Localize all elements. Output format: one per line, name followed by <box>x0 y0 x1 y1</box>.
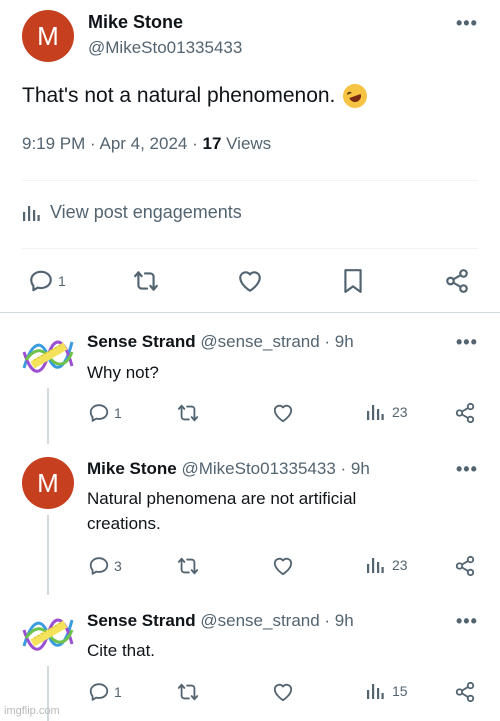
bookmark-button[interactable] <box>342 268 364 294</box>
views-button[interactable]: 23 <box>366 556 408 574</box>
repost-button[interactable] <box>176 555 200 577</box>
share-icon <box>454 402 476 424</box>
like-button[interactable] <box>272 403 294 423</box>
more-options-icon[interactable]: ••• <box>456 333 478 351</box>
sense-strand-logo-icon <box>22 340 74 373</box>
analytics-icon <box>22 204 40 222</box>
author-handle[interactable]: @MikeSto01335433 <box>88 38 242 58</box>
author-name[interactable]: Sense Strand <box>87 332 196 351</box>
repost-icon <box>176 402 200 424</box>
share-icon <box>454 555 476 577</box>
repost-icon <box>176 681 200 703</box>
handle-time[interactable]: @MikeSto01335433 · 9h <box>177 459 369 478</box>
reply-icon <box>88 555 110 577</box>
views-label: Views <box>221 134 272 153</box>
share-button[interactable] <box>454 681 476 703</box>
avatar[interactable] <box>22 330 74 382</box>
like-button[interactable] <box>272 556 294 576</box>
share-button[interactable] <box>454 402 476 424</box>
divider <box>0 312 500 313</box>
avatar[interactable]: M <box>22 457 74 509</box>
reply-button[interactable]: 1 <box>28 268 66 294</box>
post-text: That's not a natural phenomenon. <box>22 80 371 112</box>
like-button[interactable] <box>272 682 294 702</box>
reply-button[interactable]: 1 <box>88 402 122 424</box>
reply-icon <box>88 402 110 424</box>
sense-strand-logo-icon <box>22 618 74 651</box>
reply-text: Cite that. <box>87 641 156 660</box>
heart-icon <box>272 682 294 702</box>
share-icon <box>454 681 476 703</box>
thread-line <box>47 515 49 595</box>
repost-button[interactable] <box>176 681 200 703</box>
like-button[interactable] <box>237 269 263 293</box>
analytics-icon <box>366 403 384 421</box>
analytics-icon <box>366 682 384 700</box>
handle-time[interactable]: @sense_strand · 9h <box>196 611 353 630</box>
timestamp[interactable]: 9:19 PM · Apr 4, 2024 · <box>22 134 202 153</box>
share-icon <box>444 268 470 294</box>
repost-icon <box>176 555 200 577</box>
reply-header: Sense Strand @sense_strand · 9h <box>87 332 354 352</box>
more-options-icon[interactable]: ••• <box>456 612 478 630</box>
views-button[interactable]: 23 <box>366 403 408 421</box>
author-name[interactable]: Mike Stone <box>88 12 183 33</box>
avatar[interactable]: M <box>22 10 74 62</box>
more-options-icon[interactable]: ••• <box>456 460 478 478</box>
share-button[interactable] <box>444 268 470 294</box>
divider <box>22 180 478 181</box>
reply-header: Mike Stone @MikeSto01335433 · 9h <box>87 459 370 479</box>
repost-button[interactable] <box>132 268 160 294</box>
analytics-icon <box>366 556 384 574</box>
author-name[interactable]: Sense Strand <box>87 611 196 630</box>
share-button[interactable] <box>454 555 476 577</box>
reply-button[interactable]: 1 <box>88 681 122 703</box>
watermark: imgflip.com <box>4 705 60 717</box>
views-count: 17 <box>202 134 222 153</box>
post-meta: 9:19 PM · Apr 4, 2024 · 17 Views <box>22 134 271 154</box>
heart-icon <box>237 269 263 293</box>
author-name[interactable]: Mike Stone <box>87 459 177 478</box>
heart-icon <box>272 403 294 423</box>
repost-icon <box>132 268 160 294</box>
repost-button[interactable] <box>176 402 200 424</box>
handle-time[interactable]: @sense_strand · 9h <box>196 332 353 351</box>
heart-icon <box>272 556 294 576</box>
reply-text: Why not? <box>87 363 159 382</box>
divider <box>22 248 478 249</box>
reply-text: Natural phenomena are not artificial cre… <box>87 489 357 533</box>
reply-button[interactable]: 3 <box>88 555 122 577</box>
views-button[interactable]: 15 <box>366 682 408 700</box>
view-engagements-link[interactable]: View post engagements <box>22 202 242 223</box>
avatar[interactable] <box>22 608 74 660</box>
rolling-laughing-emoji-icon <box>340 80 371 112</box>
bookmark-icon <box>342 268 364 294</box>
reply-icon <box>28 268 54 294</box>
thread-line <box>47 388 49 444</box>
more-options-icon[interactable]: ••• <box>456 14 478 32</box>
reply-header: Sense Strand @sense_strand · 9h <box>87 611 354 631</box>
reply-icon <box>88 681 110 703</box>
